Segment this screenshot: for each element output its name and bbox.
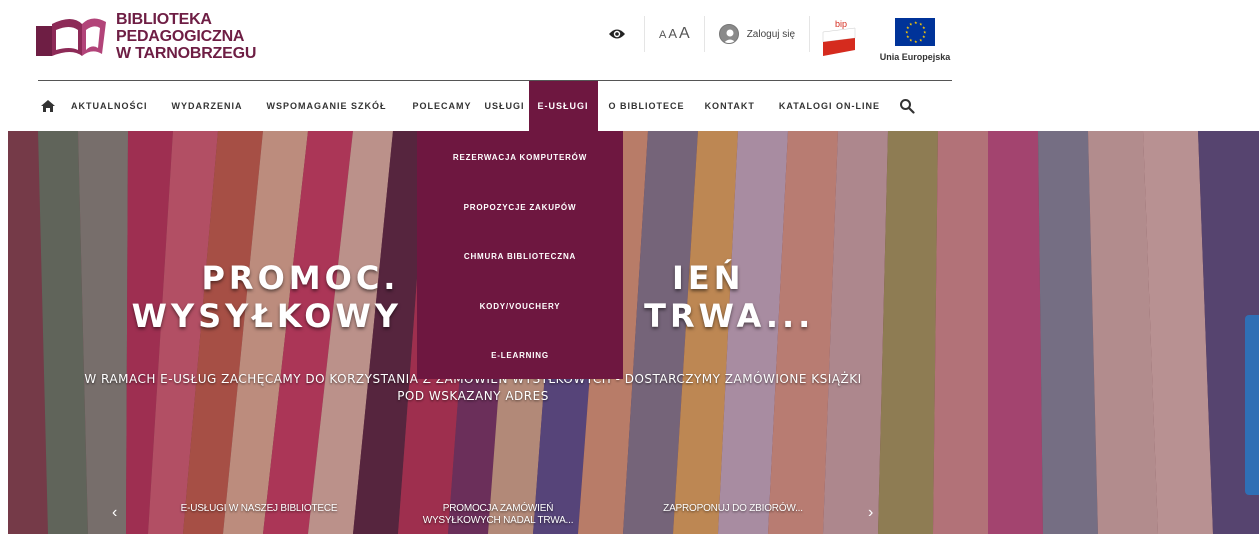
tools-separator bbox=[644, 16, 645, 52]
font-size-large[interactable]: A bbox=[679, 25, 690, 43]
svg-text:★: ★ bbox=[914, 39, 918, 44]
logo-line-1: BIBLIOTEKA bbox=[116, 10, 212, 28]
svg-text:★: ★ bbox=[906, 34, 910, 39]
side-accessibility-tab[interactable] bbox=[1245, 315, 1259, 495]
dropdown-item-propozycje-zakupow[interactable]: PROPOZYCJE ZAKUPÓW bbox=[417, 203, 623, 212]
nav-item-wydarzenia[interactable]: WYDARZENIA bbox=[163, 81, 252, 131]
dropdown-item-chmura-biblioteczna[interactable]: CHMURA BIBLIOTECZNA bbox=[417, 252, 623, 261]
tools-separator bbox=[809, 16, 811, 52]
header-tools: A A A Zaloguj się bbox=[600, 14, 820, 54]
svg-text:★: ★ bbox=[909, 38, 913, 43]
dropdown-item-kody-vouchery[interactable]: KODY/VOUCHERY bbox=[417, 302, 623, 311]
nav-item-polecamy[interactable]: POLECAMY bbox=[404, 81, 481, 131]
main-nav: AKTUALNOŚCI WYDARZENIA WSPOMAGANIE SZKÓŁ… bbox=[38, 81, 952, 131]
nav-item-e-uslugi[interactable]: E-USŁUGI bbox=[528, 81, 598, 131]
bip-logo[interactable]: bip bbox=[821, 18, 857, 58]
logo-book-icon bbox=[36, 10, 108, 62]
font-size-switcher: A A A bbox=[655, 25, 694, 43]
contrast-eye-icon[interactable] bbox=[600, 17, 634, 51]
home-icon[interactable] bbox=[40, 99, 56, 113]
slider-thumbnails: E-USŁUGI W NASZEJ BIBLIOTECE PROMOCJA ZA… bbox=[108, 501, 898, 531]
logo-line-3: W TARNOBRZEGU bbox=[116, 44, 257, 62]
font-size-small[interactable]: A bbox=[659, 29, 666, 41]
nav-item-wspomaganie-szkol[interactable]: WSPOMAGANIE SZKÓŁ bbox=[258, 81, 396, 131]
eu-label: Unia Europejska bbox=[879, 52, 951, 62]
eu-flag-icon: ★ ★ ★ ★ ★ ★ ★ ★ ★ ★ ★ ★ bbox=[895, 18, 935, 46]
nav-item-o-bibliotece[interactable]: O BIBLIOTECE bbox=[600, 81, 694, 131]
slide-link-e-uslugi[interactable]: E-USŁUGI W NASZEJ BIBLIOTECE bbox=[164, 503, 354, 515]
tools-separator bbox=[703, 16, 705, 52]
svg-text:★: ★ bbox=[922, 34, 926, 39]
user-avatar-icon bbox=[718, 24, 739, 44]
slide-link-promocja-line-2: WYSYŁKOWYCH NADAL TRWA... bbox=[422, 515, 574, 526]
nav-item-katalogi-on-line[interactable]: KATALOGI ON-LINE bbox=[770, 81, 889, 131]
site-header: BIBLIOTEKA PEDAGOGICZNA W TARNOBRZEGU A … bbox=[0, 0, 1259, 80]
nav-item-uslugi[interactable]: USŁUGI bbox=[481, 81, 529, 131]
slide-link-promocja-line-1: PROMOCJA ZAMÓWIEŃ bbox=[442, 503, 554, 514]
dropdown-item-rezerwacja-komputerow[interactable]: REZERWACJA KOMPUTERÓW bbox=[417, 153, 623, 162]
nav-item-aktualnosci[interactable]: AKTUALNOŚCI bbox=[62, 81, 157, 131]
svg-text:★: ★ bbox=[909, 22, 913, 27]
svg-text:★: ★ bbox=[905, 30, 909, 35]
svg-text:★: ★ bbox=[919, 38, 923, 43]
slide-link-zaproponuj[interactable]: ZAPROPONUJ DO ZBIORÓW... bbox=[648, 503, 818, 515]
svg-text:★: ★ bbox=[914, 20, 918, 25]
nav-item-kontakt[interactable]: KONTAKT bbox=[696, 81, 764, 131]
slide-link-promocja[interactable]: PROMOCJA ZAMÓWIEŃ WYSYŁKOWYCH NADAL TRWA… bbox=[398, 503, 598, 527]
e-uslugi-dropdown-menu: REZERWACJA KOMPUTERÓW PROPOZYCJE ZAKUPÓW… bbox=[417, 131, 623, 379]
login-button[interactable]: Zaloguj się bbox=[715, 24, 799, 44]
font-size-medium[interactable]: A bbox=[668, 26, 677, 41]
bip-label: bip bbox=[835, 19, 847, 29]
login-label: Zaloguj się bbox=[746, 28, 796, 40]
eu-logo[interactable]: ★ ★ ★ ★ ★ ★ ★ ★ ★ ★ ★ ★ Unia Europejska bbox=[876, 18, 954, 62]
dropdown-item-e-learning[interactable]: E-LEARNING bbox=[417, 351, 623, 360]
site-logo[interactable]: BIBLIOTEKA PEDAGOGICZNA W TARNOBRZEGU bbox=[36, 10, 256, 62]
logo-line-2: PEDAGOGICZNA bbox=[116, 27, 245, 45]
search-icon[interactable] bbox=[899, 98, 915, 114]
hero-subtitle-line-2: POD WSKAZANY ADRES bbox=[397, 389, 549, 403]
hero-slider: PROMOC. IEŃ WYSYŁKOWY TRWA... W RAMACH E… bbox=[8, 131, 1259, 534]
